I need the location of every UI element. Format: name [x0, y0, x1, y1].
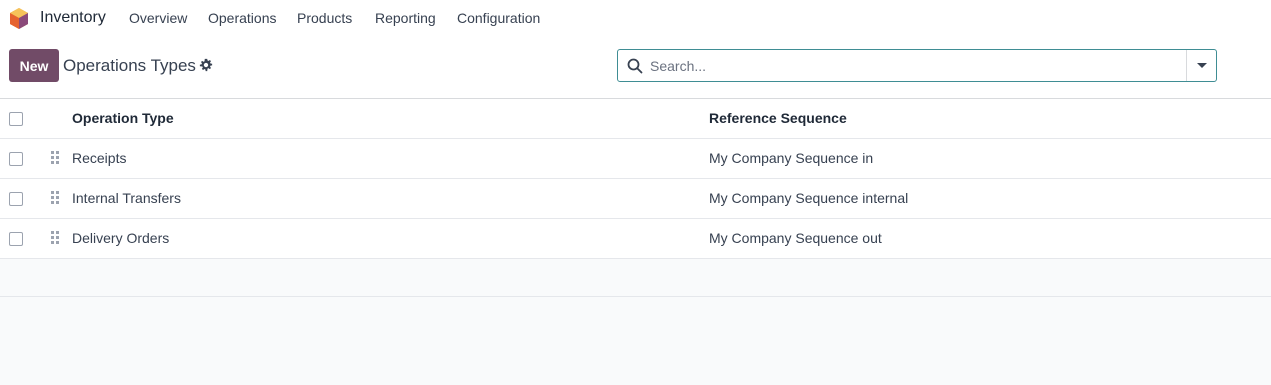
cell-operation-type: Delivery Orders: [72, 230, 170, 246]
column-header-reference-sequence[interactable]: Reference Sequence: [709, 110, 847, 126]
nav-item-operations[interactable]: Operations: [208, 10, 276, 26]
top-navbar: Inventory Overview Operations Products R…: [0, 0, 1271, 36]
operation-types-table: Operation Type Reference Sequence Receip…: [0, 99, 1271, 297]
control-panel: New Operations Types: [0, 36, 1271, 99]
cell-operation-type: Receipts: [72, 150, 127, 166]
gear-icon[interactable]: [199, 58, 213, 72]
nav-item-configuration[interactable]: Configuration: [457, 10, 540, 26]
nav-item-products[interactable]: Products: [297, 10, 352, 26]
row-checkbox[interactable]: [9, 192, 23, 206]
cell-reference-sequence: My Company Sequence out: [709, 230, 882, 246]
cell-operation-type: Internal Transfers: [72, 190, 181, 206]
select-all-checkbox[interactable]: [9, 112, 23, 126]
cell-reference-sequence: My Company Sequence in: [709, 150, 874, 166]
table-row[interactable]: Receipts My Company Sequence in: [0, 139, 1271, 179]
app-logo-icon[interactable]: [9, 8, 29, 29]
table-row[interactable]: Internal Transfers My Company Sequence i…: [0, 179, 1271, 219]
table-footer-row: [0, 259, 1271, 297]
nav-item-reporting[interactable]: Reporting: [375, 10, 436, 26]
app-name[interactable]: Inventory: [40, 9, 106, 27]
cell-reference-sequence: My Company Sequence internal: [709, 190, 909, 206]
search-icon: [627, 58, 643, 74]
new-button[interactable]: New: [9, 49, 59, 82]
page-title: Operations Types: [63, 56, 196, 75]
nav-item-overview[interactable]: Overview: [129, 10, 187, 26]
search-box: [617, 49, 1217, 82]
row-checkbox[interactable]: [9, 232, 23, 246]
table-row[interactable]: Delivery Orders My Company Sequence out: [0, 219, 1271, 259]
search-input[interactable]: [650, 51, 1180, 80]
column-header-operation-type[interactable]: Operation Type: [72, 110, 174, 126]
drag-handle-icon[interactable]: [51, 191, 60, 205]
drag-handle-icon[interactable]: [51, 151, 60, 165]
dropdown-caret-icon[interactable]: [1186, 50, 1216, 81]
row-checkbox[interactable]: [9, 152, 23, 166]
drag-handle-icon[interactable]: [51, 231, 60, 245]
table-header-row: Operation Type Reference Sequence: [0, 99, 1271, 139]
